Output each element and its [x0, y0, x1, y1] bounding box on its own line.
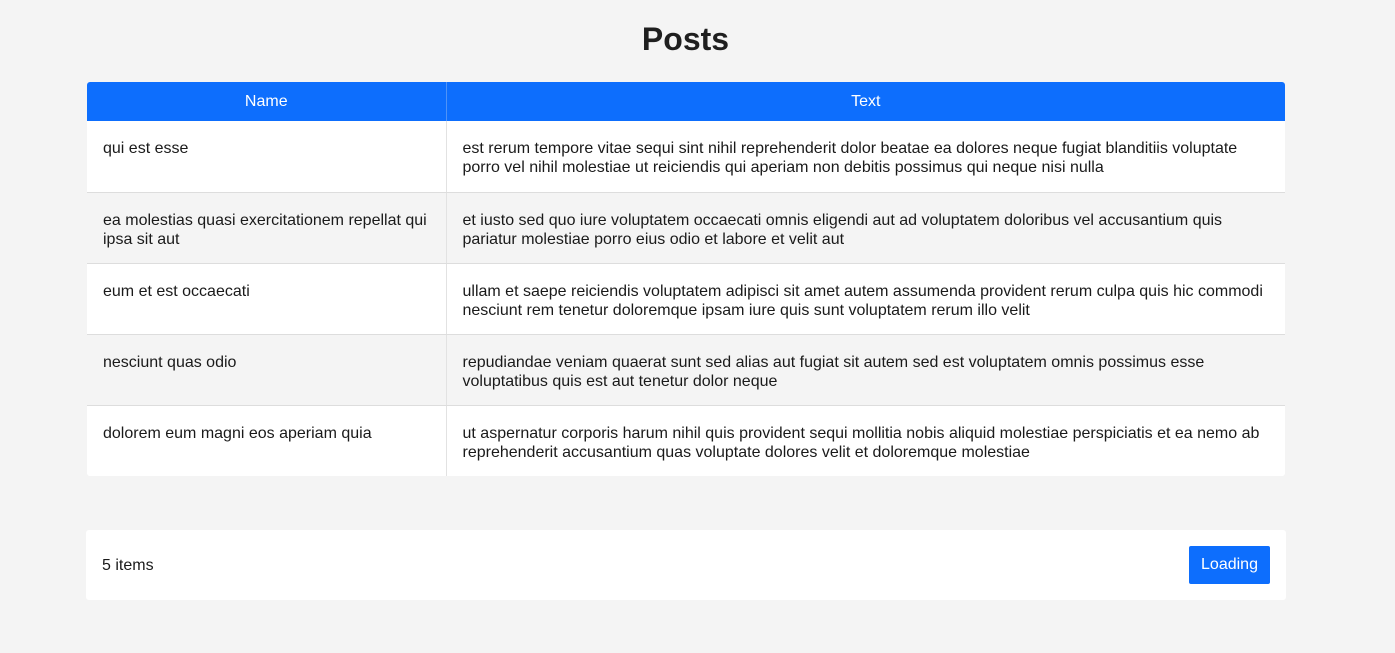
cell-name: eum et est occaecati — [87, 263, 447, 335]
cell-text: repudiandae veniam quaerat sunt sed alia… — [446, 334, 1285, 406]
header-row: Name Text — [87, 82, 1285, 121]
table-row: dolorem eum magni eos aperiam quia ut as… — [87, 405, 1285, 476]
pagination-footer: 5 items Loading — [86, 530, 1286, 600]
column-header-text: Text — [446, 82, 1285, 121]
page-title: Posts — [641, 21, 730, 57]
table-header: Name Text — [87, 82, 1285, 121]
cell-name: ea molestias quasi exercitationem repell… — [87, 192, 447, 264]
cell-text: est rerum tempore vitae sequi sint nihil… — [446, 121, 1285, 193]
table-body: qui est esse est rerum tempore vitae seq… — [87, 121, 1285, 476]
posts-table: Name Text qui est esse est rerum tempore… — [87, 82, 1285, 476]
table-row: nesciunt quas odio repudiandae veniam qu… — [87, 334, 1285, 406]
table-row: ea molestias quasi exercitationem repell… — [87, 192, 1285, 264]
posts-table-container: Name Text qui est esse est rerum tempore… — [87, 82, 1285, 476]
table-row: eum et est occaecati ullam et saepe reic… — [87, 263, 1285, 335]
cell-name: qui est esse — [87, 121, 447, 193]
column-header-name: Name — [87, 82, 447, 121]
cell-text: ullam et saepe reiciendis voluptatem adi… — [446, 263, 1285, 335]
cell-name: nesciunt quas odio — [87, 334, 447, 406]
table-row: qui est esse est rerum tempore vitae seq… — [87, 121, 1285, 193]
cell-name: dolorem eum magni eos aperiam quia — [87, 405, 447, 476]
cell-text: ut aspernatur corporis harum nihil quis … — [446, 405, 1285, 476]
load-more-button[interactable]: Loading — [1189, 546, 1270, 584]
cell-text: et iusto sed quo iure voluptatem occaeca… — [446, 192, 1285, 264]
items-count: 5 items — [102, 557, 154, 574]
